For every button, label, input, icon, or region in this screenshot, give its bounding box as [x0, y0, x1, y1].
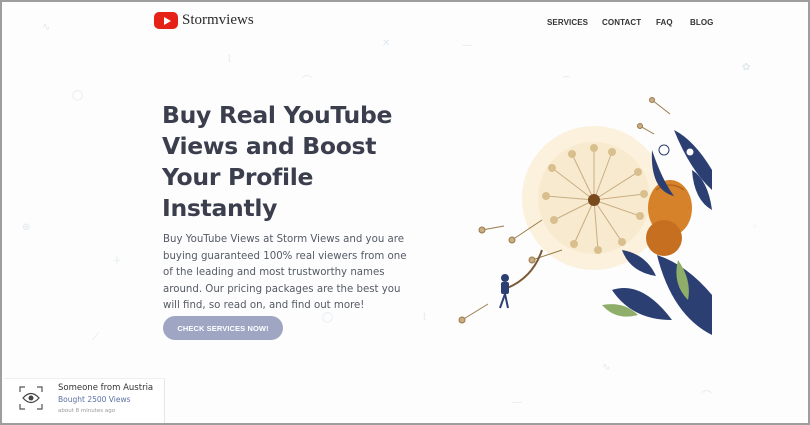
- doodle: ∿: [42, 22, 51, 33]
- doodle: ⌒: [302, 76, 312, 87]
- doodle: ∿: [602, 362, 611, 373]
- purchase-notification[interactable]: Someone from Austria Bought 2500 Views a…: [4, 378, 165, 423]
- logo-text: Stormviews: [182, 12, 254, 28]
- doodle: ⊕: [22, 222, 31, 233]
- notification-subtitle: Bought 2500 Views: [58, 395, 131, 404]
- doodle: ∽: [562, 72, 571, 83]
- notification-title: Someone from Austria: [58, 383, 154, 393]
- doodle: ⌇: [227, 54, 232, 65]
- doodle: ⟋: [92, 332, 99, 343]
- check-services-button[interactable]: CHECK SERVICES NOW!: [163, 316, 283, 340]
- doodle: —: [512, 397, 522, 408]
- hero-headline: Buy Real YouTube Views and Boost Your Pr…: [162, 101, 393, 222]
- doodle: ⌇: [422, 312, 427, 323]
- doodle: ◦: [752, 222, 758, 233]
- site-logo[interactable]: Stormviews: [154, 12, 254, 29]
- eye-icon: [19, 386, 43, 410]
- youtube-play-icon: [154, 12, 178, 29]
- nav-faq[interactable]: FAQ: [656, 18, 673, 27]
- person-figure: [499, 274, 509, 309]
- nav-services[interactable]: SERVICES: [547, 18, 588, 27]
- notification-time: about 8 minutes ago: [58, 408, 116, 414]
- doodle: ＋: [112, 256, 122, 267]
- hero-description: Buy YouTube Views at Storm Views and you…: [163, 234, 407, 311]
- nav-blog[interactable]: BLOG: [690, 18, 714, 27]
- doodle: ◯: [72, 90, 84, 101]
- doodle: ⌒: [702, 391, 712, 402]
- doodle: ✿: [742, 62, 751, 73]
- doodle: ✕: [382, 38, 391, 49]
- nav-contact[interactable]: CONTACT: [602, 18, 641, 27]
- hero-illustration: [458, 97, 712, 335]
- doodle: —: [462, 40, 472, 51]
- page-frame: ∿ ⌇ ✕ — ◯ ⌒ ∽ ✿ ⊕ ＋ ◦ ⌇ ◯ ⟋ ∿ ⌒ — Stormv…: [0, 0, 810, 425]
